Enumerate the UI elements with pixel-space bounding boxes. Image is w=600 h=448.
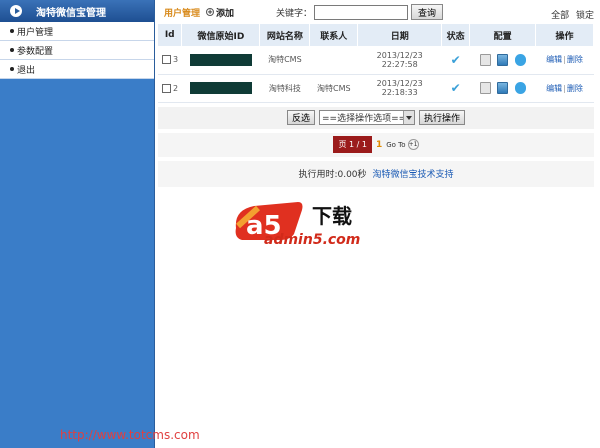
sidebar-header: 淘特微信宝管理: [0, 0, 154, 22]
sidebar-item-label: 用户管理: [17, 27, 54, 38]
status-cell: ✔: [441, 46, 470, 75]
sidebar: 淘特微信宝管理 用户管理 参数配置 退出: [0, 0, 155, 448]
document-icon[interactable]: [479, 53, 491, 66]
page-indicator: 页 1 / 1: [333, 136, 372, 153]
pager: 页 1 / 1 1 Go To +1: [158, 132, 594, 157]
top-right-links: 全部 锁定: [547, 8, 594, 21]
bullet-icon: [10, 67, 14, 71]
col-wechat-id: 微信原始ID: [181, 24, 261, 46]
action-bar: 反选 ==选择操作选项== 执行操作: [158, 106, 594, 129]
redacted-block: [189, 53, 252, 66]
delete-link[interactable]: 删除: [567, 84, 583, 93]
col-site-name: 网站名称: [259, 24, 311, 46]
query-button[interactable]: 查询: [411, 4, 444, 20]
play-icon: [10, 5, 22, 17]
watermark-url: http://www.totcms.com: [60, 428, 200, 442]
main-panel: 用户管理 + 添加 关键字： 查询 全部 锁定 Id 微信原始ID 网站名称 联…: [158, 0, 598, 448]
col-config: 配置: [469, 24, 537, 46]
page-title-link[interactable]: 用户管理: [164, 6, 200, 19]
page-number[interactable]: 1: [376, 140, 382, 150]
sidebar-item-label: 参数配置: [17, 46, 54, 57]
all-link[interactable]: 全部: [551, 11, 569, 21]
row-checkbox[interactable]: [162, 83, 171, 93]
edit-link[interactable]: 编辑: [546, 84, 562, 93]
site-name-cell: 淘特CMS: [259, 46, 310, 75]
status-cell: ✔: [441, 74, 470, 103]
add-icon: +: [206, 7, 215, 16]
table-header-row: Id 微信原始ID 网站名称 联系人 日期 状态 配置 操作: [158, 24, 594, 46]
bullet-icon: [10, 48, 14, 52]
exec-time: 执行用时:0.00秒: [298, 170, 367, 180]
row-checkbox[interactable]: [162, 55, 171, 65]
row-id: 3: [173, 55, 179, 65]
logo-download-text: 下载: [312, 204, 352, 228]
lock-link[interactable]: 锁定: [576, 11, 594, 21]
user-table: Id 微信原始ID 网站名称 联系人 日期 状态 配置 操作 3 淘特CMS 2…: [158, 24, 594, 103]
chat-icon[interactable]: [514, 53, 526, 66]
footer-info: 执行用时:0.00秒 淘特微信宝技术支持: [158, 160, 594, 187]
site-name-cell: 淘特科技: [259, 74, 310, 103]
config-cell: [469, 74, 536, 103]
goto-button[interactable]: +1: [407, 139, 419, 150]
redacted-block: [189, 82, 252, 94]
table-row: 2 淘特科技 淘特CMS 2013/12/23 22:18:33 ✔ 编辑|删除: [158, 74, 594, 103]
table-row: 3 淘特CMS 2013/12/23 22:27:58 ✔ 编辑|删除: [158, 46, 594, 75]
id-cell: 3: [158, 46, 182, 75]
config-cell: [469, 46, 536, 75]
image-icon[interactable]: [497, 53, 509, 66]
execute-button[interactable]: 执行操作: [419, 110, 466, 125]
contact-cell: [309, 46, 358, 75]
watermark-logo: a5 下载 admin5.com: [228, 196, 378, 254]
keyword-label: 关键字：: [276, 8, 313, 19]
actions-cell: 编辑|删除: [535, 74, 594, 103]
add-label: 添加: [216, 8, 235, 19]
wechat-id-cell: [181, 46, 260, 75]
col-actions: 操作: [535, 24, 594, 46]
invert-selection-button[interactable]: 反选: [286, 110, 315, 125]
sidebar-title: 淘特微信宝管理: [36, 7, 106, 19]
row-id: 2: [173, 83, 179, 93]
col-date: 日期: [357, 24, 443, 46]
id-cell: 2: [158, 74, 182, 103]
logo-url-text: admin5.com: [264, 232, 361, 248]
delete-link[interactable]: 删除: [567, 55, 583, 64]
toolbar: 用户管理 + 添加 关键字： 查询 全部 锁定: [158, 0, 598, 24]
goto-label: Go To: [386, 140, 406, 149]
col-contact: 联系人: [309, 24, 359, 46]
add-button[interactable]: + 添加: [206, 6, 234, 19]
col-status: 状态: [441, 24, 471, 46]
date-cell: 2013/12/23 22:27:58: [357, 46, 442, 75]
sidebar-item-parameter-config[interactable]: 参数配置: [0, 41, 154, 60]
support-link[interactable]: 淘特微信宝技术支持: [373, 167, 454, 180]
col-id: Id: [158, 24, 183, 46]
operation-select[interactable]: ==选择操作选项==: [319, 110, 415, 125]
sidebar-item-user-management[interactable]: 用户管理: [0, 22, 154, 41]
keyword-input[interactable]: [314, 4, 409, 20]
date-cell: 2013/12/23 22:18:33: [357, 74, 442, 103]
edit-link[interactable]: 编辑: [546, 55, 562, 64]
sidebar-item-logout[interactable]: 退出: [0, 60, 154, 79]
operation-select-value: ==选择操作选项==: [322, 114, 407, 124]
document-icon[interactable]: [479, 82, 491, 94]
dropdown-arrow-icon: [403, 111, 414, 124]
contact-cell: 淘特CMS: [309, 74, 358, 103]
check-icon: ✔: [450, 52, 461, 67]
sidebar-item-label: 退出: [17, 65, 36, 76]
image-icon[interactable]: [497, 82, 509, 94]
wechat-id-cell: [181, 74, 260, 103]
bullet-icon: [10, 29, 14, 33]
chat-icon[interactable]: [514, 82, 526, 94]
check-icon: ✔: [450, 81, 461, 95]
actions-cell: 编辑|删除: [535, 46, 594, 75]
